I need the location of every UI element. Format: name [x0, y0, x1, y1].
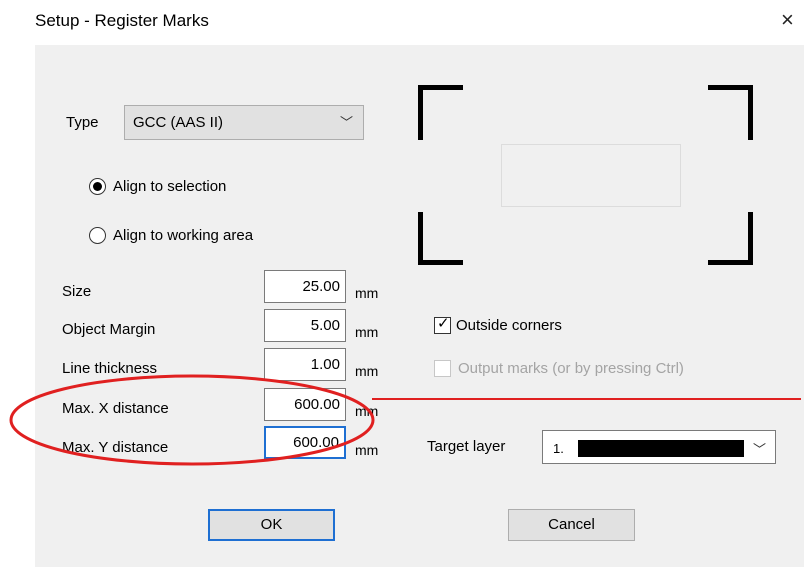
annotation-overlay — [9, 374, 801, 466]
annotation-ellipse — [9, 374, 375, 466]
